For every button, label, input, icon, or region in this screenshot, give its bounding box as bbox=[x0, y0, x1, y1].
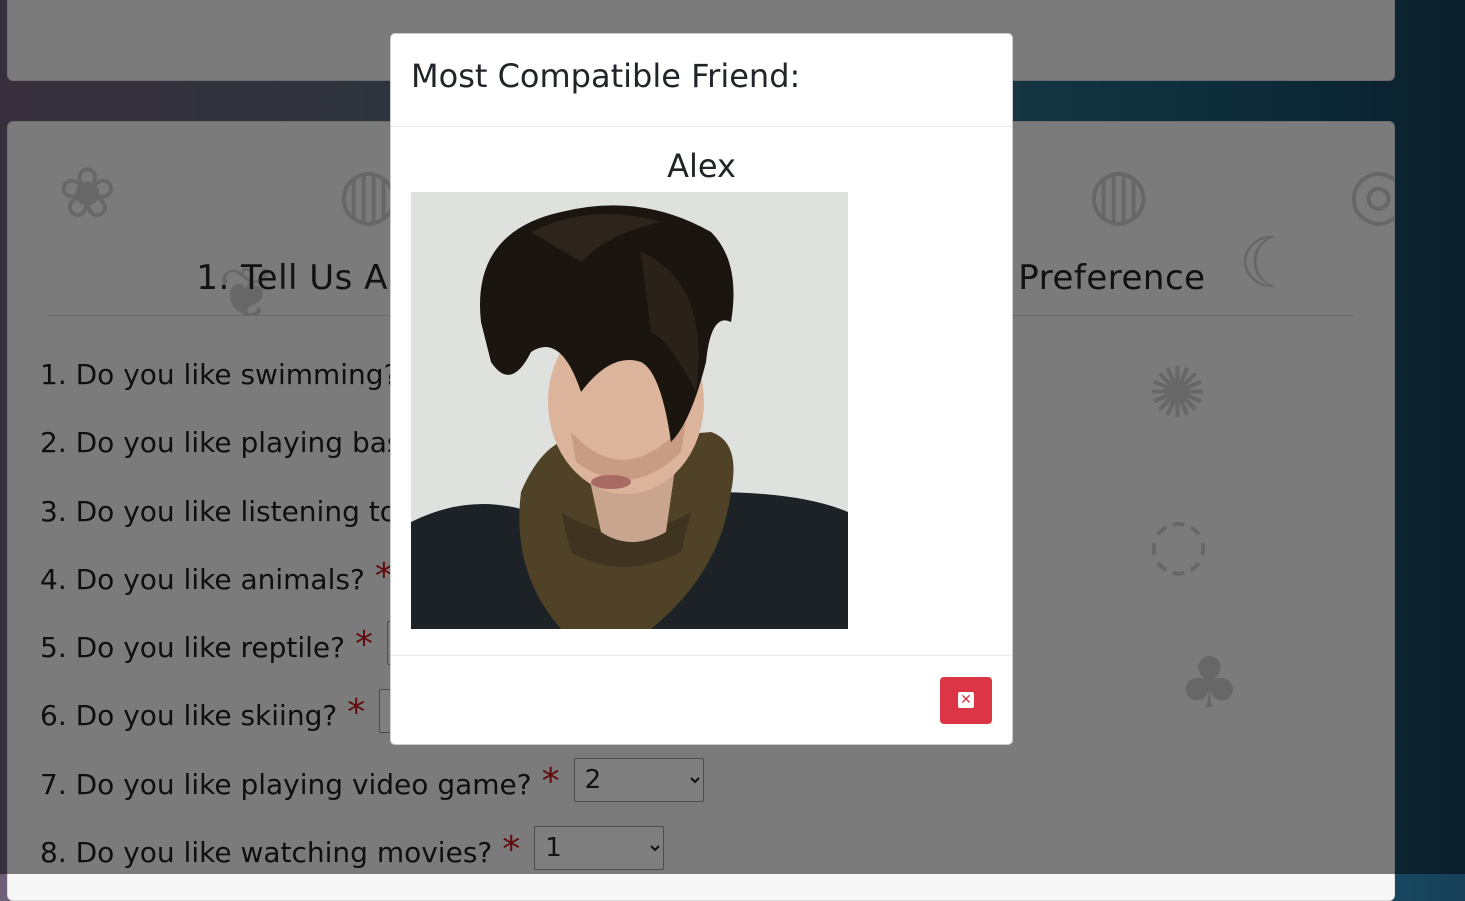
close-x-icon: ✕ bbox=[958, 692, 974, 708]
friend-photo bbox=[411, 192, 848, 629]
modal-header: Most Compatible Friend: bbox=[391, 34, 1012, 127]
compatible-friend-modal: Most Compatible Friend: Alex ✕ bbox=[390, 33, 1013, 745]
friend-name: Alex bbox=[667, 147, 736, 185]
close-button[interactable]: ✕ bbox=[940, 676, 992, 724]
modal-title: Most Compatible Friend: bbox=[411, 57, 801, 95]
modal-body: Alex bbox=[391, 127, 1012, 657]
modal-footer: ✕ bbox=[391, 655, 1012, 744]
